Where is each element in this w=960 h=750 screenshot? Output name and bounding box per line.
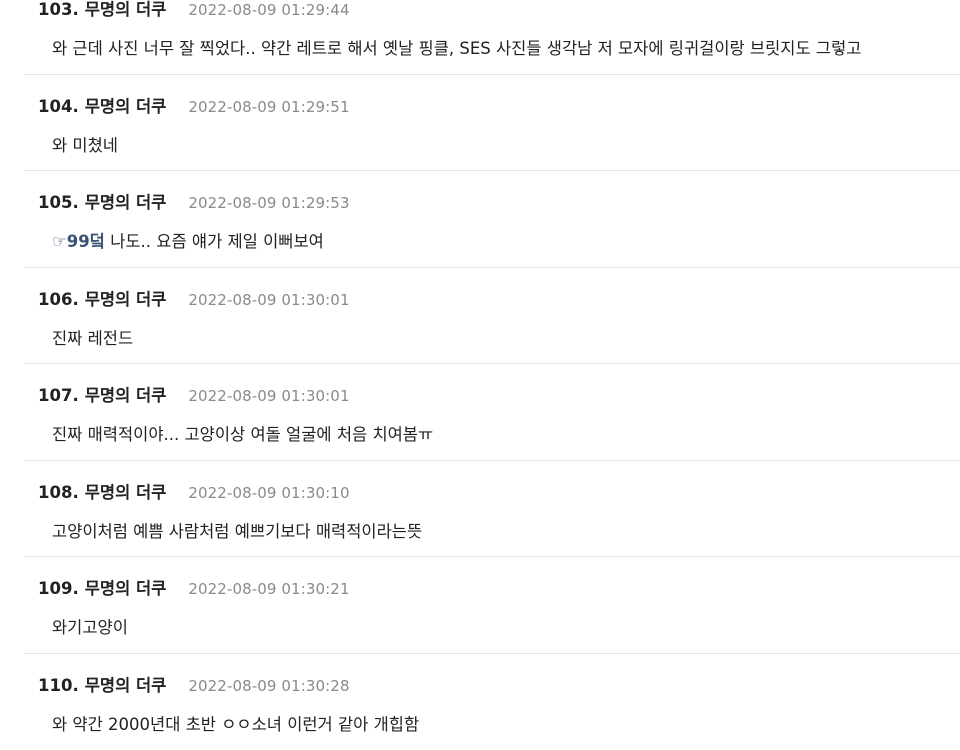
comment-item: 108. 무명의 더쿠 2022-08-09 01:30:10 고양이처럼 예쁨…	[24, 461, 960, 558]
comment-number: 108.	[38, 483, 79, 502]
comment-number: 109.	[38, 579, 79, 598]
comment-author: 무명의 더쿠	[85, 189, 167, 213]
comment-text: 나도.. 요즘 얘가 제일 이뻐보여	[105, 232, 324, 251]
comment-header: 105. 무명의 더쿠 2022-08-09 01:29:53	[38, 189, 350, 213]
comment-author: 무명의 더쿠	[85, 286, 167, 310]
comment-text: 진짜 레전드	[52, 325, 133, 349]
comment-header: 103. 무명의 더쿠 2022-08-09 01:29:44	[38, 0, 350, 20]
comment-number: 110.	[38, 676, 79, 695]
comment-text: 진짜 매력적이야... 고양이상 여돌 얼굴에 처음 치여봄ㅠ	[52, 421, 433, 445]
comment-author: 무명의 더쿠	[85, 672, 167, 696]
comment-author: 무명의 더쿠	[85, 479, 167, 503]
comment-number: 107.	[38, 386, 79, 405]
comment-item: 104. 무명의 더쿠 2022-08-09 01:29:51 와 미쳤네	[24, 75, 960, 172]
comment-number: 104.	[38, 97, 79, 116]
comment-header: 106. 무명의 더쿠 2022-08-09 01:30:01	[38, 286, 350, 310]
comment-author: 무명의 더쿠	[85, 575, 167, 599]
comment-text: 와기고양이	[52, 614, 128, 638]
comment-date: 2022-08-09 01:30:10	[188, 484, 349, 502]
comment-item: 106. 무명의 더쿠 2022-08-09 01:30:01 진짜 레전드	[24, 268, 960, 365]
pointing-hand-icon: ☞	[52, 232, 67, 251]
comment-author: 무명의 더쿠	[85, 93, 167, 117]
comment-header: 108. 무명의 더쿠 2022-08-09 01:30:10	[38, 479, 350, 503]
comment-header: 110. 무명의 더쿠 2022-08-09 01:30:28	[38, 672, 350, 696]
comment-author: 무명의 더쿠	[85, 382, 167, 406]
comment-date: 2022-08-09 01:30:01	[188, 387, 349, 405]
reply-target-link[interactable]: 99덬	[67, 232, 105, 251]
comment-date: 2022-08-09 01:29:51	[188, 98, 349, 116]
comment-number: 105.	[38, 193, 79, 212]
comment-date: 2022-08-09 01:30:28	[188, 677, 349, 695]
comment-number: 103.	[38, 0, 79, 19]
comment-item: 109. 무명의 더쿠 2022-08-09 01:30:21 와기고양이	[24, 557, 960, 654]
comment-list: 103. 무명의 더쿠 2022-08-09 01:29:44 와 근데 사진 …	[24, 0, 960, 750]
comment-number: 106.	[38, 290, 79, 309]
comment-author: 무명의 더쿠	[85, 0, 167, 20]
comment-body: ☞99덬 나도.. 요즘 얘가 제일 이뻐보여	[52, 228, 324, 252]
comment-text: 와 미쳤네	[52, 132, 118, 156]
comment-text: 고양이처럼 예쁨 사람처럼 예쁘기보다 매력적이라는뜻	[52, 518, 422, 542]
comment-date: 2022-08-09 01:29:53	[188, 194, 349, 212]
comment-item: 107. 무명의 더쿠 2022-08-09 01:30:01 진짜 매력적이야…	[24, 364, 960, 461]
comment-date: 2022-08-09 01:30:01	[188, 291, 349, 309]
comment-item: 110. 무명의 더쿠 2022-08-09 01:30:28 와 약간 200…	[24, 654, 960, 750]
comment-header: 104. 무명의 더쿠 2022-08-09 01:29:51	[38, 93, 350, 117]
comment-item: 103. 무명의 더쿠 2022-08-09 01:29:44 와 근데 사진 …	[24, 0, 960, 75]
comment-date: 2022-08-09 01:29:44	[188, 1, 349, 19]
comment-header: 109. 무명의 더쿠 2022-08-09 01:30:21	[38, 575, 350, 599]
comment-header: 107. 무명의 더쿠 2022-08-09 01:30:01	[38, 382, 350, 406]
comment-text: 와 약간 2000년대 초반 ㅇㅇ소녀 이런거 같아 개힙함	[52, 711, 419, 735]
comment-text: 와 근데 사진 너무 잘 찍었다.. 약간 레트로 해서 옛날 핑클, SES …	[52, 35, 861, 59]
comment-item: 105. 무명의 더쿠 2022-08-09 01:29:53 ☞99덬 나도.…	[24, 171, 960, 268]
comment-date: 2022-08-09 01:30:21	[188, 580, 349, 598]
